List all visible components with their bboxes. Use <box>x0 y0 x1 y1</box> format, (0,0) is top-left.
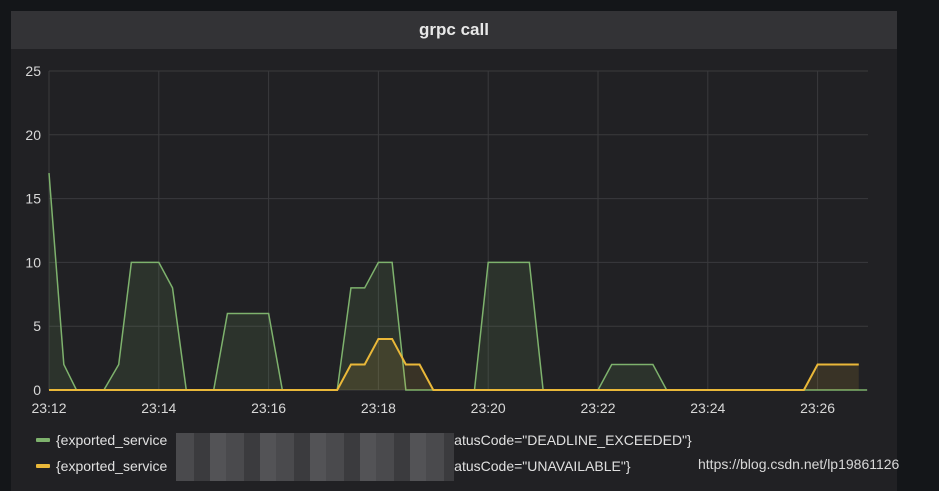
legend-label: {exported_service <box>56 432 168 448</box>
y-tick-label: 25 <box>25 63 41 79</box>
y-tick-label: 5 <box>33 318 41 334</box>
x-tick-label: 23:14 <box>141 400 176 416</box>
legend-label-suffix: statusCode="UNAVAILABLE"} <box>443 458 631 474</box>
y-tick-label: 10 <box>25 254 41 270</box>
watermark: https://blog.csdn.net/lp19861126 <box>698 456 900 472</box>
x-tick-label: 23:26 <box>800 400 835 416</box>
legend-label-suffix: statusCode="DEADLINE_EXCEEDED"} <box>443 432 692 448</box>
legend-swatch <box>36 464 50 468</box>
legend-label: {exported_service <box>56 458 168 474</box>
x-tick-label: 23:12 <box>31 400 66 416</box>
legend-swatch <box>36 438 50 442</box>
x-tick-label: 23:20 <box>471 400 506 416</box>
y-tick-label: 20 <box>25 127 41 143</box>
redaction-blur <box>176 455 454 481</box>
x-tick-label: 23:22 <box>580 400 615 416</box>
x-tick-label: 23:16 <box>251 400 286 416</box>
chart: 0 5 10 15 20 25 23:12 23:14 23:16 23:18 23:20 23:22… <box>25 63 868 416</box>
x-tick-label: 23:18 <box>361 400 396 416</box>
y-tick-label: 0 <box>33 382 41 398</box>
redaction-blur <box>176 433 454 455</box>
series-area-0 <box>49 173 868 390</box>
y-tick-label: 15 <box>25 191 41 207</box>
x-tick-label: 23:24 <box>690 400 725 416</box>
